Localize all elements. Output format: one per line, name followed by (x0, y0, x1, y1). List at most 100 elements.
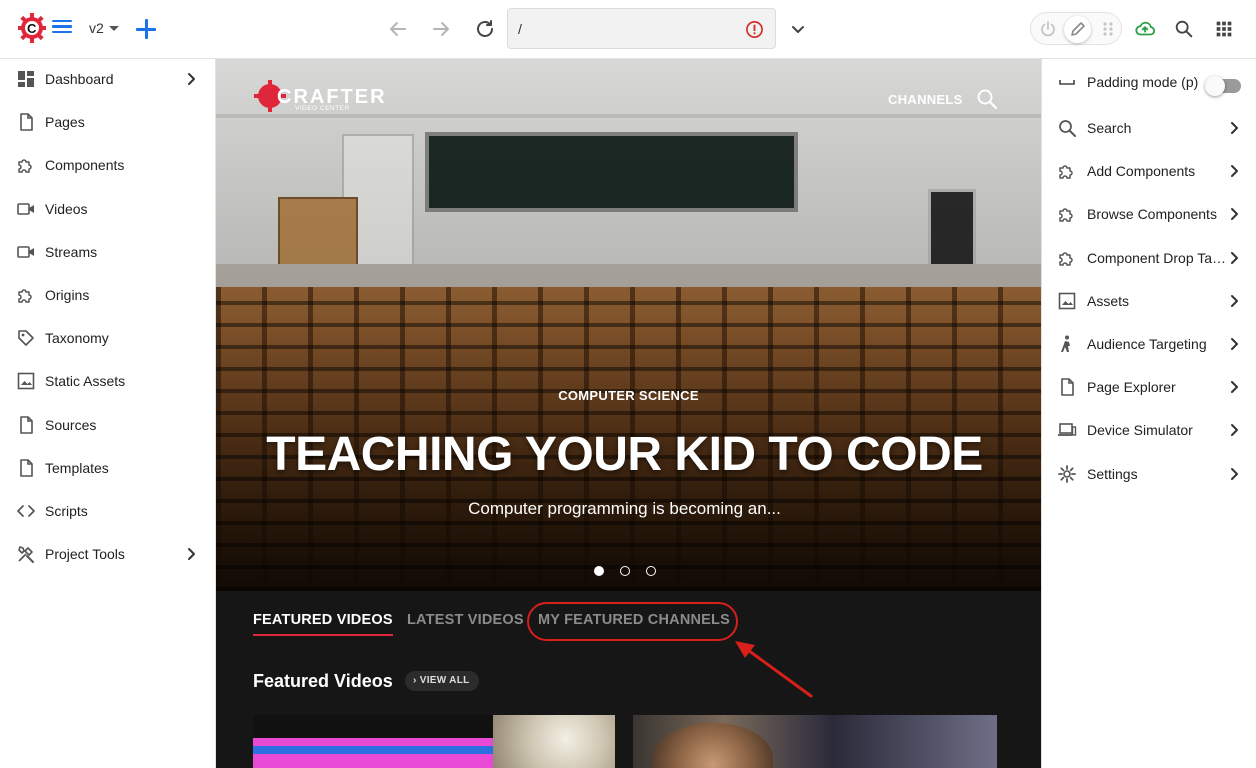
logo-subtext: VIDEO CENTER (295, 105, 350, 112)
devices-icon (1058, 423, 1077, 437)
tool-page-explorer[interactable]: Page Explorer (1042, 367, 1256, 407)
refresh-icon[interactable] (473, 17, 497, 41)
publish-cloud-icon[interactable] (1134, 18, 1156, 40)
tool-assets[interactable]: Assets (1042, 281, 1256, 321)
video-thumbnail[interactable] (633, 715, 997, 768)
video-thumbnail[interactable] (253, 715, 615, 768)
site-selector[interactable]: v2 (89, 20, 119, 36)
tool-browse-components[interactable]: Browse Components (1042, 194, 1256, 234)
chevron-right-icon[interactable] (1227, 207, 1241, 221)
chevron-right-icon[interactable] (1227, 294, 1241, 308)
hero-description: Computer programming is becoming an... (468, 499, 781, 518)
search-icon[interactable] (976, 88, 998, 110)
site-preview: CRAFTER VIDEO CENTER CHANNELS COMPUTER S… (216, 59, 1041, 768)
tool-device-simulator[interactable]: Device Simulator (1042, 410, 1256, 450)
section-title: Featured Videos (253, 671, 393, 691)
sidebar-item-videos[interactable]: Videos (0, 189, 216, 229)
back-arrow-icon[interactable] (386, 17, 410, 41)
tool-settings[interactable]: Settings (1042, 454, 1256, 494)
sidebar-item-label: Dashboard (45, 71, 114, 87)
chevron-right-icon[interactable] (1227, 164, 1241, 178)
page-icon (20, 415, 33, 434)
power-icon[interactable] (1038, 19, 1058, 39)
tab-featured-videos[interactable]: FEATURED VIDEOS (253, 612, 393, 636)
dashboard-icon (18, 71, 34, 87)
sidebar-item-components[interactable]: Components (0, 145, 216, 185)
sidebar-item-taxonomy[interactable]: Taxonomy (0, 318, 216, 358)
sidebar-item-sources[interactable]: Sources (0, 405, 216, 445)
chevron-right-icon[interactable] (1227, 251, 1241, 265)
puzzle-icon (1059, 165, 1073, 179)
address-input[interactable]: / (518, 21, 522, 37)
site-logo[interactable]: CRAFTER VIDEO CENTER (253, 77, 385, 117)
sidebar-item-templates[interactable]: Templates (0, 448, 216, 488)
crafter-logo-icon[interactable]: C (18, 13, 46, 43)
carousel-dot[interactable] (646, 566, 656, 576)
sidebar-item-label: Pages (45, 114, 85, 131)
sidebar-item-origins[interactable]: Origins (0, 275, 216, 315)
sidebar-item-dashboard[interactable]: Dashboard (0, 59, 216, 99)
menu-icon[interactable] (52, 17, 72, 39)
chevron-right-icon[interactable] (1227, 423, 1241, 437)
apps-grid-icon[interactable] (1213, 18, 1235, 40)
puzzle-icon (1059, 251, 1073, 266)
forward-arrow-icon[interactable] (429, 17, 453, 41)
carousel-dot[interactable] (594, 566, 604, 576)
address-bar[interactable]: / (507, 8, 776, 49)
tools-icon (18, 546, 34, 564)
sidebar-item-static-assets[interactable]: Static Assets (0, 361, 216, 401)
view-all-button[interactable]: › VIEW ALL (405, 671, 479, 691)
top-toolbar: C v2 / (0, 0, 1256, 59)
padding-mode-switch[interactable] (1205, 76, 1241, 96)
drag-handle-icon[interactable] (1098, 19, 1118, 39)
sidebar-item-scripts[interactable]: Scripts (0, 491, 216, 531)
tab-latest-videos[interactable]: LATEST VIDEOS (407, 612, 524, 628)
sidebar-item-label: Components (45, 157, 125, 174)
carousel-dot[interactable] (620, 566, 630, 576)
channels-nav-link[interactable]: CHANNELS (888, 92, 963, 107)
image-icon (1058, 292, 1076, 310)
chevron-right-icon[interactable] (1227, 380, 1241, 394)
tool-component-drop-ta[interactable]: Component Drop Ta… (1042, 238, 1256, 278)
carousel-pagination (594, 566, 664, 578)
hero-title[interactable]: TEACHING YOUR KID TO CODE (216, 427, 1033, 482)
tool-search[interactable]: Search (1042, 108, 1256, 148)
puzzle-icon (1059, 208, 1073, 223)
error-icon[interactable] (745, 20, 764, 39)
code-icon (17, 505, 35, 517)
chevron-right-icon: › (413, 675, 420, 686)
sidebar-item-pages[interactable]: Pages (0, 102, 216, 142)
chevron-right-icon[interactable] (184, 72, 198, 86)
tool-audience-targeting[interactable]: Audience Targeting (1042, 324, 1256, 364)
tool-label: Component Drop Ta… (1087, 249, 1227, 266)
search-icon[interactable] (1173, 18, 1195, 40)
tool-label: Search (1087, 120, 1132, 136)
image-icon (17, 373, 35, 390)
puzzle-icon (18, 159, 32, 174)
hero-carousel[interactable]: CRAFTER VIDEO CENTER CHANNELS COMPUTER S… (216, 59, 1041, 591)
add-content-button[interactable] (134, 17, 158, 41)
chevron-right-icon[interactable] (184, 547, 198, 561)
caret-down-icon (108, 26, 119, 31)
sidebar-item-label: Sources (45, 416, 97, 433)
padding-icon (1059, 80, 1075, 85)
chevron-right-icon[interactable] (1227, 467, 1241, 481)
pencil-icon[interactable] (1068, 19, 1088, 39)
view-all-label: VIEW ALL (419, 675, 470, 686)
switch-knob (1205, 76, 1225, 96)
edit-mode-toggle[interactable] (1030, 12, 1122, 45)
chevron-down-icon[interactable] (788, 19, 808, 39)
sidebar-item-project-tools[interactable]: Project Tools (0, 534, 216, 574)
tool-add-components[interactable]: Add Components (1042, 151, 1256, 191)
tag-icon (18, 330, 34, 346)
sidebar-item-label: Origins (45, 287, 90, 303)
sidebar-item-streams[interactable]: Streams (0, 232, 216, 272)
site-navigation-sidebar: Dashboard Pages Components Videos Streams Ori… (0, 59, 216, 768)
annotation-highlight-circle (527, 602, 738, 641)
hero-category: COMPUTER SCIENCE (558, 388, 699, 403)
chevron-right-icon[interactable] (1227, 337, 1241, 351)
sidebar-item-label: Static Assets (45, 373, 126, 390)
chevron-right-icon[interactable] (1227, 121, 1241, 135)
gear-icon (1058, 464, 1076, 483)
padding-mode-row[interactable]: Padding mode (p) (1042, 62, 1256, 102)
